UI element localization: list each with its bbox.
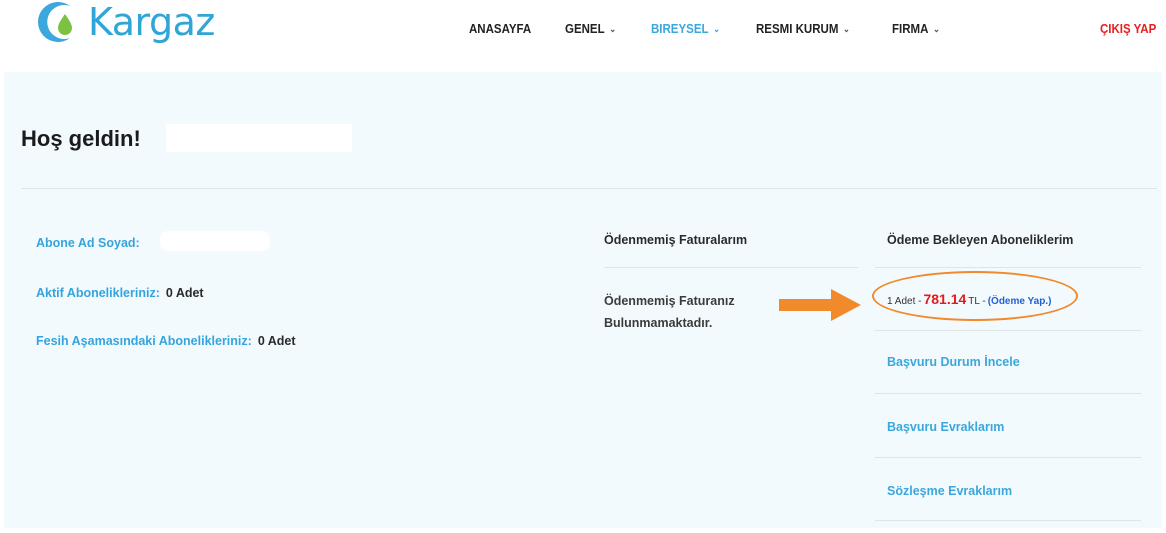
application-status-link[interactable]: Başvuru Durum İncele (887, 355, 1020, 369)
chevron-down-icon: ⌄ (843, 23, 850, 34)
pending-subscriptions-title: Ödeme Bekleyen Aboneliklerim (887, 233, 1074, 247)
unpaid-bills-title: Ödenmemiş Faturalarım (604, 233, 748, 247)
nav-bireysel[interactable]: BIREYSEL ⌄ (651, 19, 720, 39)
pending-divider-3 (875, 393, 1141, 394)
unpaid-divider (604, 267, 858, 268)
nav-anasayfa[interactable]: ANASAYFA (469, 19, 531, 39)
active-subscriptions-label: Aktif Abonelikleriniz: (36, 286, 160, 300)
pending-divider-1 (875, 267, 1141, 268)
logout-label: ÇIKIŞ YAP (1100, 22, 1157, 36)
subscriber-name-row: Abone Ad Soyad: (36, 236, 140, 250)
termination-subscriptions-value: 0 Adet (257, 334, 296, 348)
logout-link[interactable]: ÇIKIŞ YAP (1100, 19, 1156, 39)
chevron-down-icon: ⌄ (933, 23, 940, 34)
redacted-subscriber-name (160, 231, 270, 251)
termination-subscriptions-row: Fesih Aşamasındaki Abonelikleriniz: 0 Ade… (36, 334, 296, 348)
chevron-down-icon: ⌄ (713, 23, 721, 34)
welcome-title: Hoş geldin! (21, 126, 141, 151)
site-header: Kargaz ANASAYFA GENEL ⌄ BIREYSEL ⌄ RESMI K… (0, 0, 1166, 62)
chevron-down-icon: ⌄ (609, 23, 617, 34)
nav-resmi-kurum[interactable]: RESMI KURUM ⌄ (756, 19, 850, 39)
active-subscriptions-value: 0 Adet (165, 286, 204, 300)
highlight-ellipse (872, 271, 1078, 321)
nav-firma-label: FIRMA (892, 22, 929, 36)
contract-documents-link[interactable]: Sözleşme Evraklarım (887, 484, 1012, 498)
active-subscriptions-row: Aktif Abonelikleriniz: 0 Adet (36, 286, 204, 300)
kargaz-logo[interactable]: Kargaz (36, 0, 215, 52)
arrow-right-icon (779, 289, 861, 321)
unpaid-bills-message: Ödenmemiş Faturanız Bulunmamaktadır. (604, 294, 735, 330)
drop-logo-icon (38, 2, 72, 43)
pending-divider-2 (875, 330, 1141, 331)
nav-resmi-kurum-label: RESMI KURUM (756, 22, 839, 36)
brand-name: Kargaz (88, 0, 215, 44)
pending-divider-5 (875, 520, 1141, 521)
nav-bireysel-label: BIREYSEL (651, 22, 709, 36)
subscriber-name-label: Abone Ad Soyad: (36, 236, 140, 250)
redacted-username (166, 124, 352, 152)
termination-subscriptions-label: Fesih Aşamasındaki Abonelikleriniz: (36, 334, 252, 348)
application-documents-link[interactable]: Başvuru Evraklarım (887, 420, 1004, 434)
nav-genel[interactable]: GENEL ⌄ (565, 19, 616, 39)
nav-anasayfa-label: ANASAYFA (469, 22, 532, 36)
pending-divider-4 (875, 457, 1141, 458)
nav-firma[interactable]: FIRMA ⌄ (892, 19, 940, 39)
nav-genel-label: GENEL (565, 22, 605, 36)
section-divider (21, 188, 1157, 189)
